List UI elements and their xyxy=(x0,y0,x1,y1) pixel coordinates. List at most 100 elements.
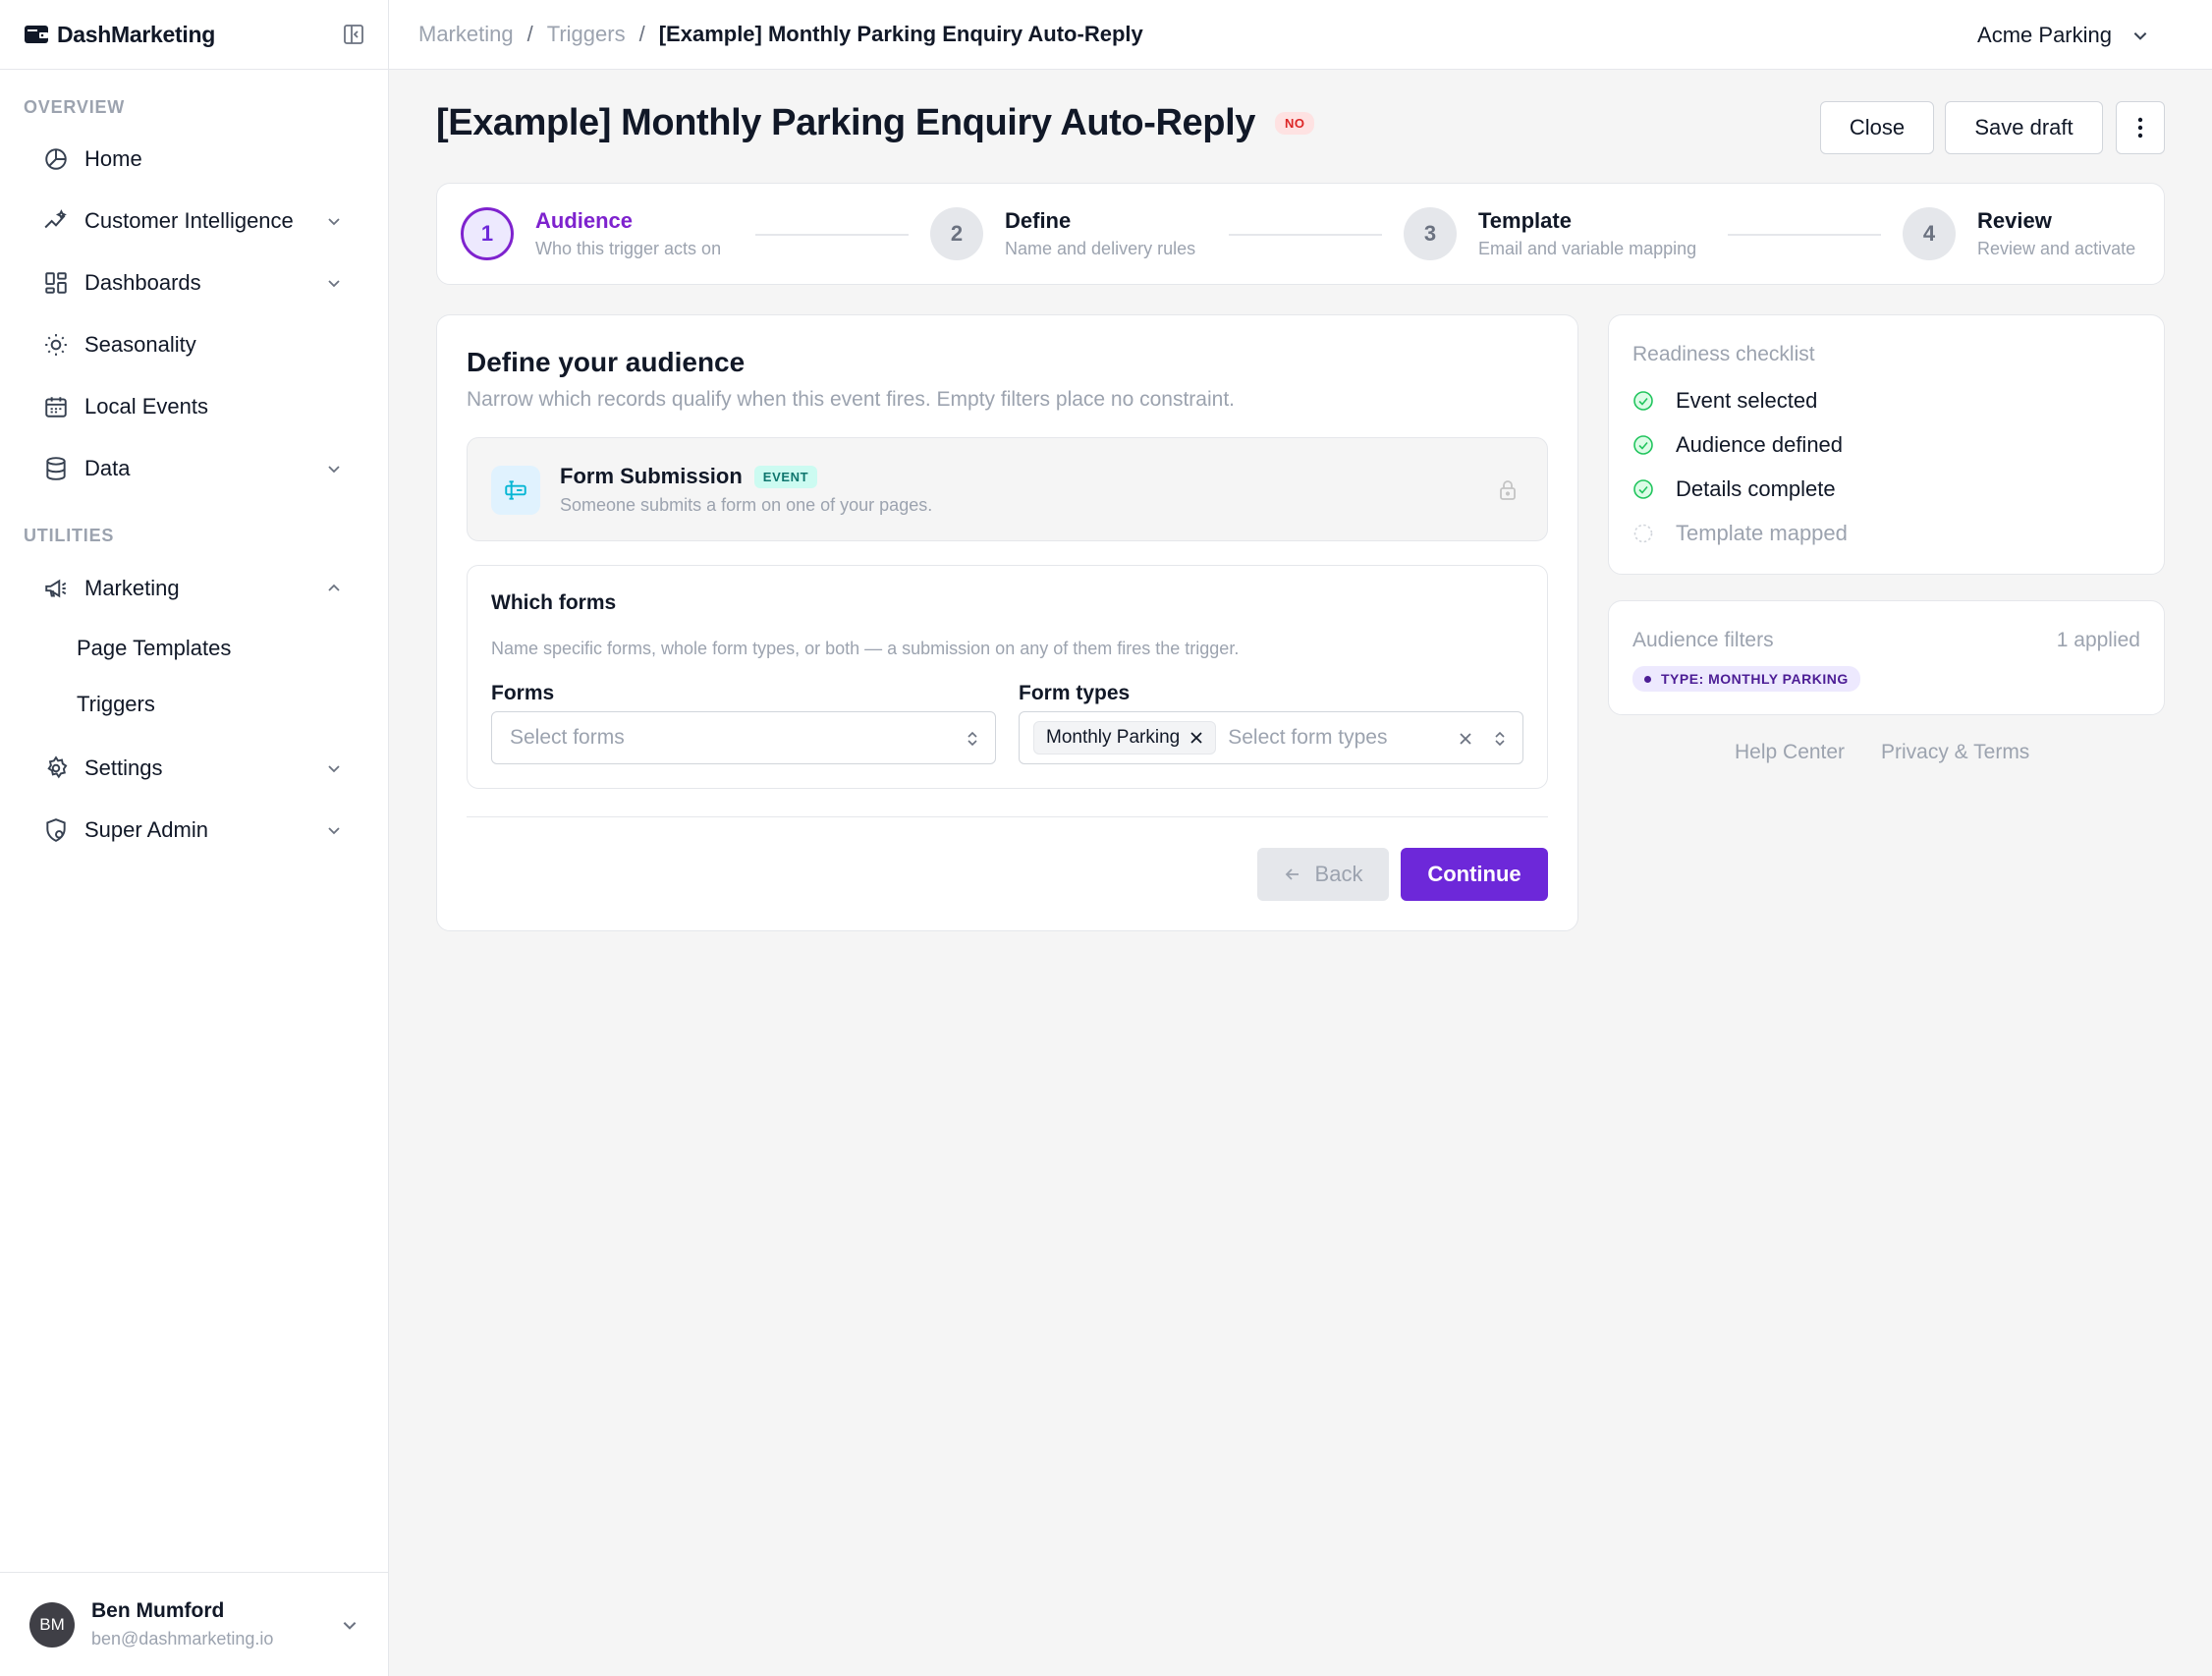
forms-select[interactable]: Select forms xyxy=(491,711,996,764)
breadcrumb-triggers[interactable]: Triggers xyxy=(547,22,626,47)
step-number: 1 xyxy=(461,207,514,260)
sidebar-item-super-admin[interactable]: Super Admin xyxy=(24,806,354,855)
checklist-label: Template mapped xyxy=(1676,521,1848,545)
sidebar-subitem-triggers[interactable]: Triggers xyxy=(77,692,155,717)
chevron-up-icon xyxy=(328,584,340,591)
filters-count: 1 applied xyxy=(2056,629,2140,651)
step-subtitle: Review and activate xyxy=(1977,239,2136,258)
step-subtitle: Who this trigger acts on xyxy=(535,239,722,258)
check-circle-icon xyxy=(1633,435,1653,455)
step-subtitle: Name and delivery rules xyxy=(1005,239,1196,258)
step-connector xyxy=(1728,234,1881,236)
sidebar-subitem-page-templates[interactable]: Page Templates xyxy=(77,636,231,661)
lock-icon xyxy=(1500,480,1516,500)
step-number: 2 xyxy=(930,207,983,260)
continue-button[interactable]: Continue xyxy=(1401,848,1548,901)
checklist-item: Template mapped xyxy=(1632,521,1848,546)
step-review[interactable]: 4 Review Review and activate xyxy=(1903,207,2135,260)
checklist-label: Event selected xyxy=(1676,388,1818,413)
audience-card: Define your audience Narrow which record… xyxy=(436,314,1578,931)
dashboard-grid-icon xyxy=(45,272,67,294)
breadcrumb-separator: / xyxy=(526,22,533,46)
form-types-placeholder[interactable]: Select form types xyxy=(1228,726,1393,750)
more-options-button[interactable] xyxy=(2116,101,2165,154)
sidebar: DashMarketing OVERVIEW Home Customer Int… xyxy=(0,0,389,1676)
event-tag: EVENT xyxy=(753,465,818,488)
chevron-down-icon xyxy=(328,827,340,835)
forms-placeholder: Select forms xyxy=(510,726,625,749)
user-menu[interactable]: BM Ben Mumford ben@dashmarketing.io xyxy=(0,1572,388,1676)
checklist-item: Audience defined xyxy=(1632,432,1843,458)
breadcrumb: Marketing / Triggers / [Example] Monthly… xyxy=(418,22,1143,47)
chip-label: Monthly Parking xyxy=(1046,727,1181,748)
sidebar-item-label: Dashboards xyxy=(84,270,201,295)
back-button[interactable]: Back xyxy=(1257,848,1389,901)
back-label: Back xyxy=(1314,862,1363,886)
step-audience[interactable]: 1 Audience Who this trigger acts on xyxy=(461,207,721,260)
pill-dot xyxy=(1644,675,1651,683)
step-define[interactable]: 2 Define Name and delivery rules xyxy=(930,207,1195,260)
event-title: Form Submission xyxy=(560,464,743,488)
org-switcher[interactable]: Acme Parking xyxy=(1977,0,2149,70)
sidebar-item-label: Marketing xyxy=(84,576,180,600)
chevron-down-icon xyxy=(2133,31,2147,40)
save-draft-button[interactable]: Save draft xyxy=(1945,101,2103,154)
clear-icon[interactable] xyxy=(1458,731,1473,747)
privacy-terms-link[interactable]: Privacy & Terms xyxy=(1881,741,2029,764)
gear-icon xyxy=(47,755,68,779)
shield-icon xyxy=(46,818,66,842)
form-types-select[interactable]: Monthly Parking Select form types xyxy=(1019,711,1523,764)
sidebar-item-label: Data xyxy=(84,456,131,480)
remove-chip-icon[interactable] xyxy=(1189,731,1203,745)
readiness-checklist: Readiness checklist Event selected Audie… xyxy=(1608,314,2165,575)
sidebar-item-dashboards[interactable]: Dashboards xyxy=(24,258,354,307)
divider xyxy=(467,816,1548,817)
event-description: Someone submits a form on one of your pa… xyxy=(560,495,933,515)
app-name: DashMarketing xyxy=(57,21,215,47)
chevron-down-icon xyxy=(343,1621,357,1630)
chevron-up-down-icon xyxy=(968,731,977,747)
chevron-down-icon xyxy=(328,765,340,773)
calendar-icon xyxy=(45,397,67,418)
sidebar-item-label: Home xyxy=(84,146,142,171)
which-forms-heading: Which forms xyxy=(491,591,617,614)
sidebar-item-label: Seasonality xyxy=(84,332,196,357)
sidebar-item-label: Customer Intelligence xyxy=(84,208,294,233)
step-connector xyxy=(1229,234,1382,236)
event-title-row: Form Submission EVENT xyxy=(560,464,818,489)
database-icon xyxy=(46,457,66,480)
filter-pill-label: TYPE: MONTHLY PARKING xyxy=(1661,671,1849,687)
user-name: Ben Mumford xyxy=(91,1599,225,1622)
page-title: [Example] Monthly Parking Enquiry Auto-R… xyxy=(436,102,1315,144)
which-forms-help: Name specific forms, whole form types, o… xyxy=(491,639,1240,658)
sidebar-item-settings[interactable]: Settings xyxy=(24,744,354,793)
status-badge: NO xyxy=(1274,112,1315,135)
checklist-label: Details complete xyxy=(1676,476,1836,501)
close-button[interactable]: Close xyxy=(1820,101,1934,154)
sidebar-item-customer-intelligence[interactable]: Customer Intelligence xyxy=(24,196,354,246)
step-template[interactable]: 3 Template Email and variable mapping xyxy=(1404,207,1696,260)
sidebar-item-label: Local Events xyxy=(84,394,208,419)
step-title: Define xyxy=(1005,208,1072,233)
audience-heading: Define your audience xyxy=(467,347,746,377)
page-title-text: [Example] Monthly Parking Enquiry Auto-R… xyxy=(436,102,1255,143)
more-vertical-icon xyxy=(2137,117,2143,139)
user-info: Ben Mumford ben@dashmarketing.io xyxy=(91,1599,273,1649)
audience-subheading: Narrow which records qualify when this e… xyxy=(467,388,1235,411)
sidebar-item-marketing[interactable]: Marketing xyxy=(24,564,354,613)
sidebar-collapse-icon[interactable] xyxy=(343,24,364,45)
sidebar-item-local-events[interactable]: Local Events xyxy=(24,382,354,431)
sidebar-item-home[interactable]: Home xyxy=(24,135,354,184)
help-center-link[interactable]: Help Center xyxy=(1735,741,1845,764)
audience-filters-panel: Audience filters 1 applied TYPE: MONTHLY… xyxy=(1608,600,2165,715)
checklist-item: Details complete xyxy=(1632,476,1836,502)
breadcrumb-current: [Example] Monthly Parking Enquiry Auto-R… xyxy=(658,22,1143,46)
breadcrumb-marketing[interactable]: Marketing xyxy=(418,22,514,47)
sidebar-item-data[interactable]: Data xyxy=(24,444,354,493)
step-title: Template xyxy=(1478,208,1572,233)
sparkline-icon xyxy=(44,209,67,229)
sidebar-item-seasonality[interactable]: Seasonality xyxy=(24,320,354,369)
user-email: ben@dashmarketing.io xyxy=(91,1629,274,1648)
filters-heading: Audience filters xyxy=(1632,629,1774,651)
filter-pill: TYPE: MONTHLY PARKING xyxy=(1632,666,1860,692)
